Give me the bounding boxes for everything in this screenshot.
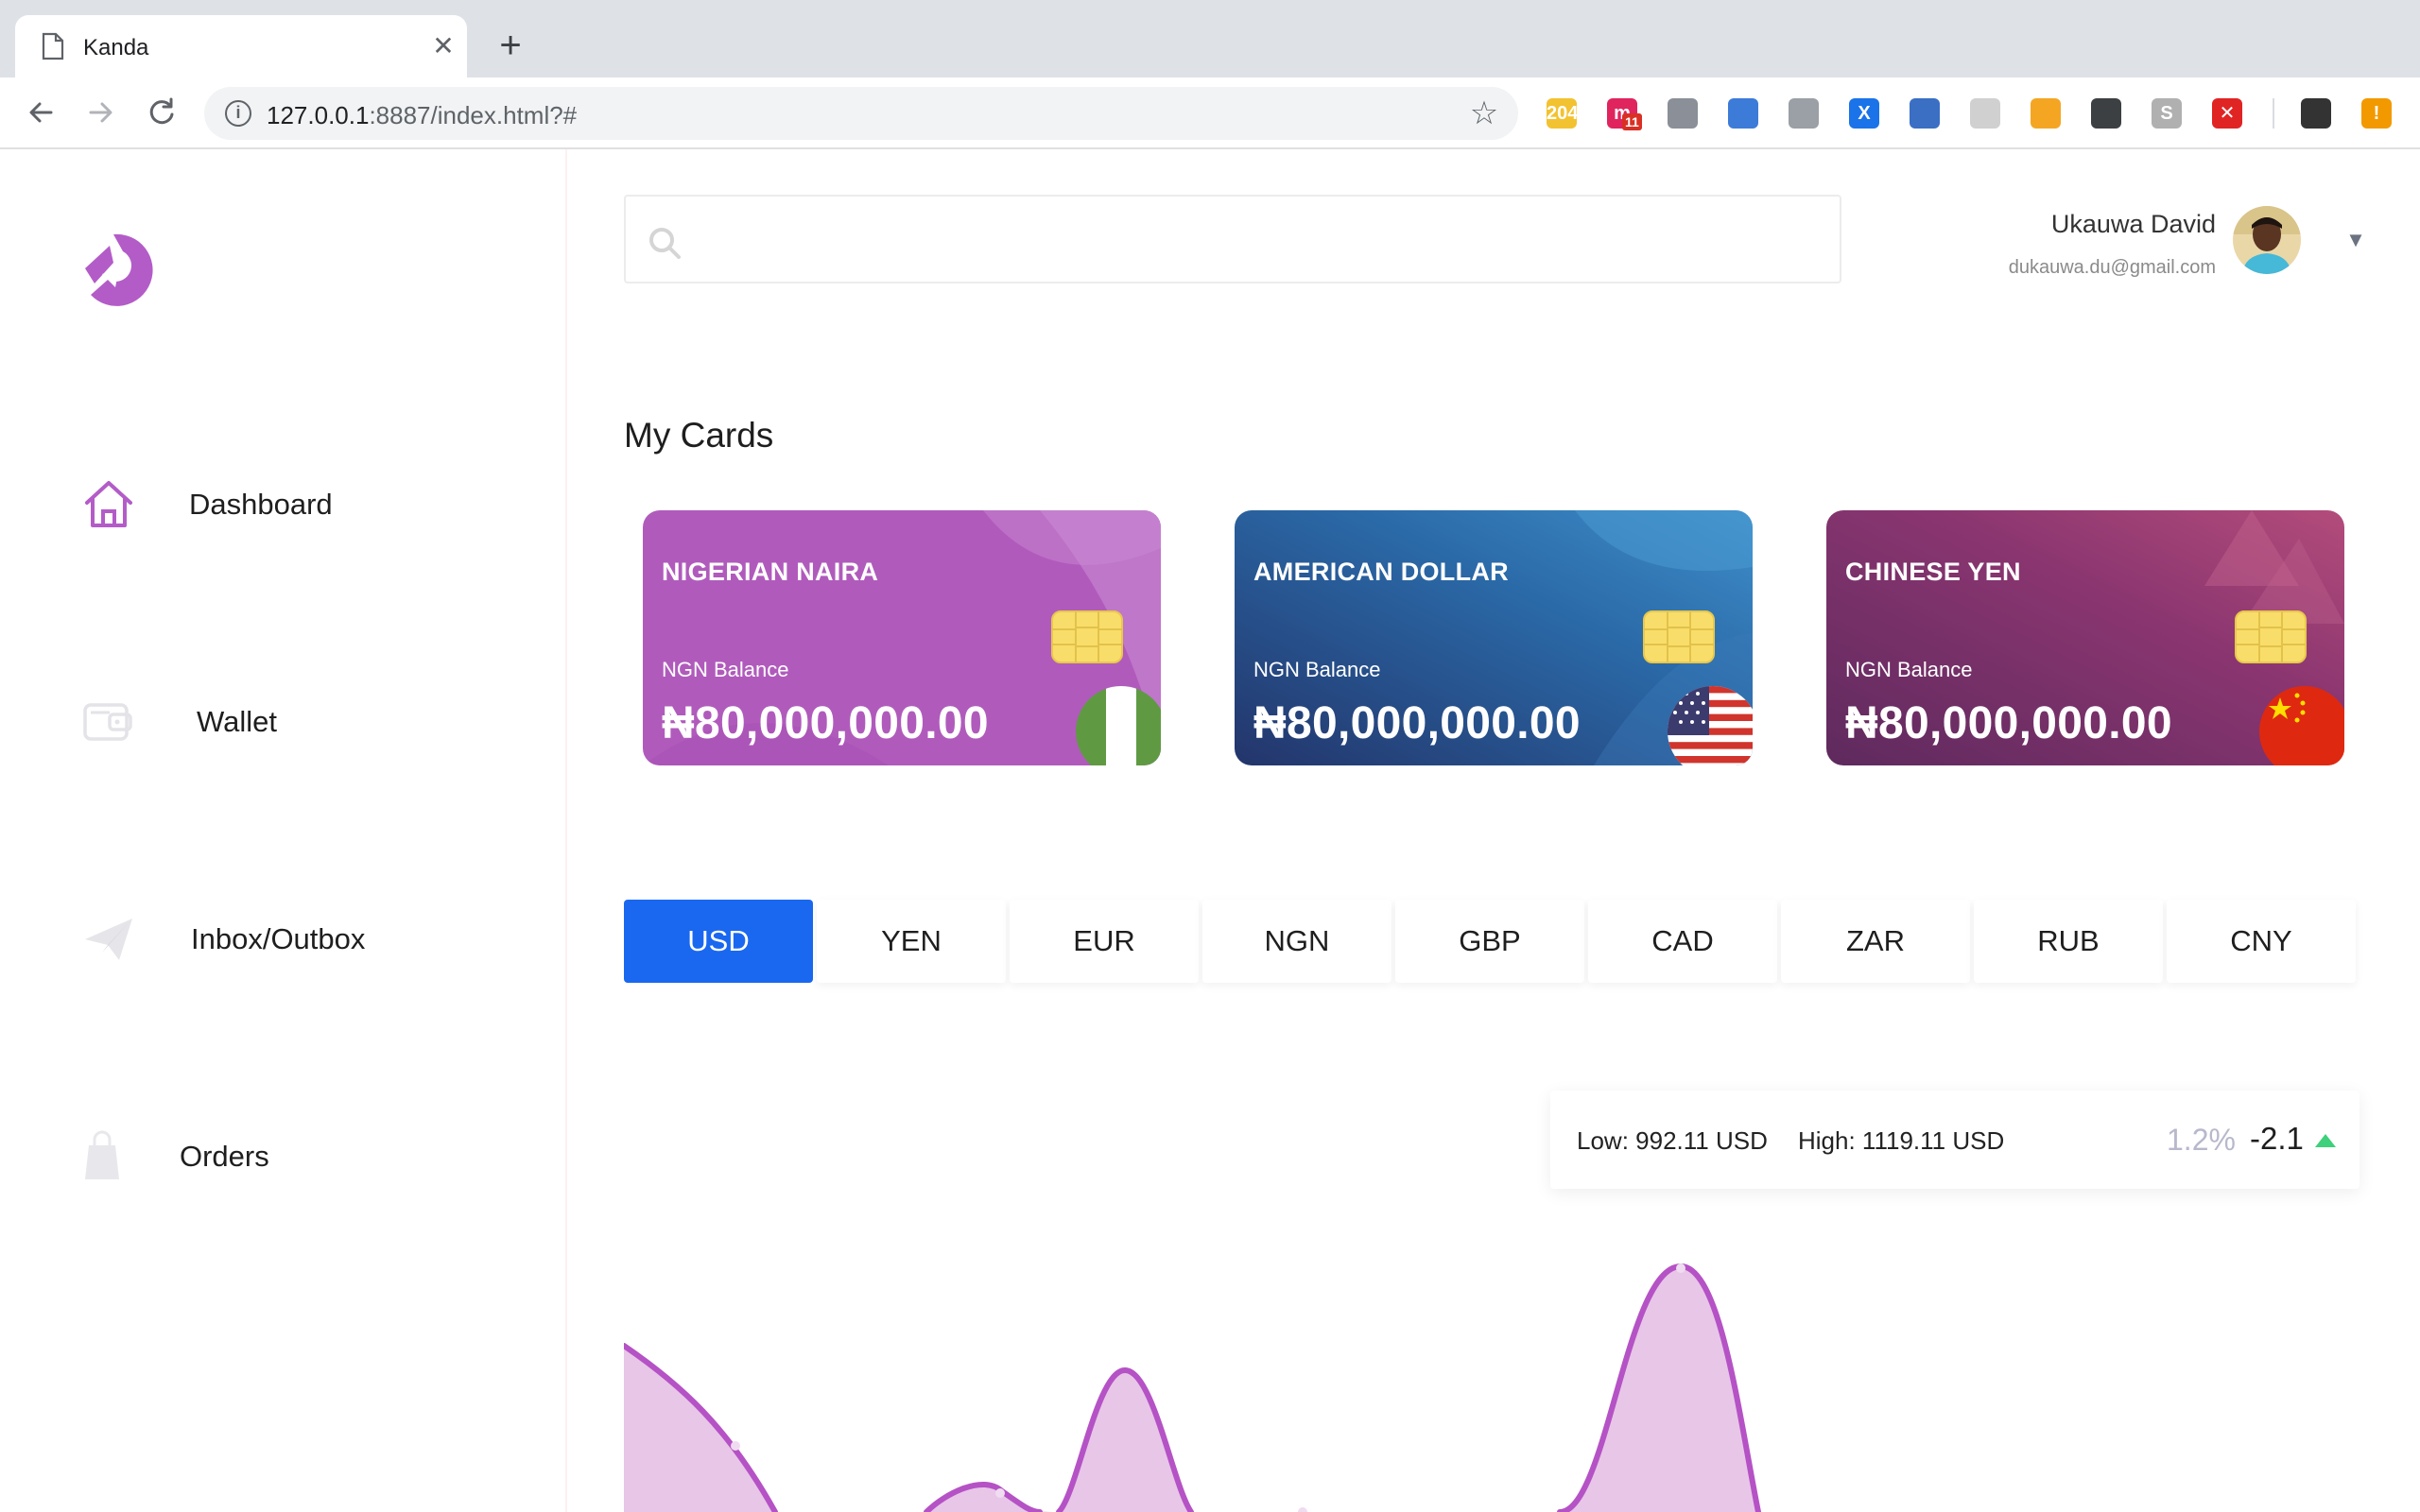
stat-percent: 1.2% — [2167, 1123, 2236, 1157]
chart-point — [1676, 1263, 1685, 1273]
site-info-icon[interactable]: i — [225, 100, 251, 127]
new-tab-button[interactable]: + — [488, 26, 533, 68]
home-icon — [85, 481, 132, 527]
search-input[interactable] — [701, 215, 1817, 265]
gear-extension-icon[interactable] — [2031, 98, 2061, 129]
chip-icon — [1051, 610, 1123, 663]
card-balance-label: NGN Balance — [1845, 658, 1973, 681]
chart-point — [995, 1488, 1005, 1498]
card-balance: ₦80,000,000.00 — [662, 698, 989, 748]
tab-title: Kanda — [83, 35, 149, 60]
globe-extension-icon[interactable] — [1910, 98, 1940, 129]
skype-extension-icon[interactable]: S — [2152, 98, 2182, 129]
2048-extension-icon[interactable]: 2048 — [1547, 98, 1589, 129]
card-currency-name: NIGERIAN NAIRA — [662, 558, 879, 586]
card-dollar[interactable]: AMERICAN DOLLAR NGN Balance ₦80,000,000.… — [1235, 510, 1753, 765]
sidebar-item-label: Inbox/Outbox — [191, 922, 366, 955]
browser-tab-bar: Kanda ✕ + — [0, 0, 2420, 77]
search-icon — [649, 228, 681, 259]
forward-icon[interactable] — [79, 91, 123, 134]
tab-close-icon[interactable]: ✕ — [427, 30, 459, 62]
sidebar-item-inbox-outbox[interactable]: Inbox/Outbox — [81, 905, 478, 971]
alert-extension-icon[interactable]: ! — [2361, 98, 2392, 129]
page-icon — [42, 32, 64, 60]
sidebar-item-label: Wallet — [197, 705, 277, 738]
back-icon[interactable] — [19, 91, 62, 134]
chevron-down-icon[interactable]: ▼ — [2342, 227, 2369, 253]
sidebar-item-orders[interactable]: Orders — [81, 1123, 478, 1189]
tab-cny[interactable]: CNY — [2167, 900, 2356, 983]
chart-point — [731, 1441, 740, 1451]
browser-tab[interactable]: Kanda ✕ — [15, 15, 467, 77]
reload-icon[interactable] — [140, 91, 183, 134]
card-balance: ₦80,000,000.00 — [1253, 698, 1581, 748]
avatar[interactable] — [2233, 206, 2301, 274]
trend-up-icon — [2315, 1134, 2336, 1147]
x-extension-icon[interactable]: X — [1849, 98, 1879, 129]
sidebar-item-label: Dashboard — [189, 488, 333, 521]
url-path: :8887/index.html?# — [369, 101, 578, 129]
section-title: My Cards — [624, 416, 774, 455]
chart-line — [624, 1263, 1761, 1512]
tab-eur[interactable]: EUR — [1010, 900, 1199, 983]
vue-devtools-icon[interactable] — [1789, 98, 1819, 129]
chart-point — [1298, 1507, 1307, 1512]
shopping-bag-icon — [85, 1130, 119, 1179]
card-balance: ₦80,000,000.00 — [1845, 698, 2172, 748]
scanner-extension-icon[interactable] — [1728, 98, 1758, 129]
stat-change: -2.1 — [2250, 1121, 2304, 1156]
rate-stats-panel: Low: 992.11 USD High: 1119.11 USD 1.2% -… — [1550, 1091, 2360, 1189]
close-circle-extension-icon[interactable]: ✕ — [2212, 98, 2242, 129]
react-devtools-icon[interactable] — [1970, 98, 2000, 129]
extension-badge: 11 — [1622, 113, 1642, 130]
chip-icon — [1643, 610, 1715, 663]
camera-extension-icon[interactable] — [1668, 98, 1698, 129]
sidebar-item-wallet[interactable]: Wallet — [81, 688, 478, 754]
search-box[interactable] — [624, 195, 1841, 284]
paper-plane-icon — [85, 919, 132, 960]
stat-high: High: 1119.11 USD — [1798, 1126, 2005, 1155]
user-name[interactable]: Ukauwa David — [2051, 210, 2216, 239]
wallet-icon — [83, 703, 132, 741]
tab-usd[interactable]: USD — [624, 900, 813, 983]
url-host: 127.0.0.1 — [267, 101, 370, 129]
m-extension-icon[interactable]: m11 — [1607, 98, 1642, 130]
kanda-logo[interactable] — [81, 231, 161, 310]
browser-toolbar: i 127.0.0.1:8887/index.html?# ☆ 2048 m11 X… — [0, 77, 2420, 149]
user-email: dukauwa.du@gmail.com — [2008, 257, 2216, 278]
address-bar[interactable]: i 127.0.0.1:8887/index.html?# ☆ — [204, 87, 1518, 140]
sidebar: Dashboard Wallet Inbox/Outbox Orders — [0, 149, 567, 1512]
sidebar-item-label: Orders — [180, 1140, 269, 1173]
tab-yen[interactable]: YEN — [817, 900, 1006, 983]
tab-ngn[interactable]: NGN — [1202, 900, 1392, 983]
toolbar-divider — [2273, 98, 2274, 129]
currency-tabs: USD YEN EUR NGN GBP CAD ZAR RUB CNY — [624, 900, 2360, 983]
tab-cad[interactable]: CAD — [1588, 900, 1777, 983]
chip-icon — [2235, 610, 2307, 663]
sidebar-item-dashboard[interactable]: Dashboard — [81, 471, 478, 537]
badge-extension-icon[interactable] — [2301, 98, 2331, 129]
stat-low: Low: 992.11 USD — [1577, 1126, 1768, 1155]
tab-zar[interactable]: ZAR — [1781, 900, 1970, 983]
card-balance-label: NGN Balance — [662, 658, 789, 681]
card-balance-label: NGN Balance — [1253, 658, 1381, 681]
lightbulb-extension-icon[interactable] — [2091, 98, 2121, 129]
url-text[interactable]: 127.0.0.1:8887/index.html?# — [267, 101, 577, 130]
card-currency-name: AMERICAN DOLLAR — [1253, 558, 1509, 586]
card-yen[interactable]: CHINESE YEN NGN Balance ₦80,000,000.00 — [1826, 510, 2344, 765]
rate-chart — [624, 1263, 1761, 1512]
tab-rub[interactable]: RUB — [1974, 900, 2163, 983]
card-naira[interactable]: NIGERIAN NAIRA NGN Balance ₦80,000,000.0… — [643, 510, 1161, 765]
bookmark-star-icon[interactable]: ☆ — [1465, 94, 1503, 132]
card-currency-name: CHINESE YEN — [1845, 558, 2021, 586]
tab-gbp[interactable]: GBP — [1395, 900, 1584, 983]
